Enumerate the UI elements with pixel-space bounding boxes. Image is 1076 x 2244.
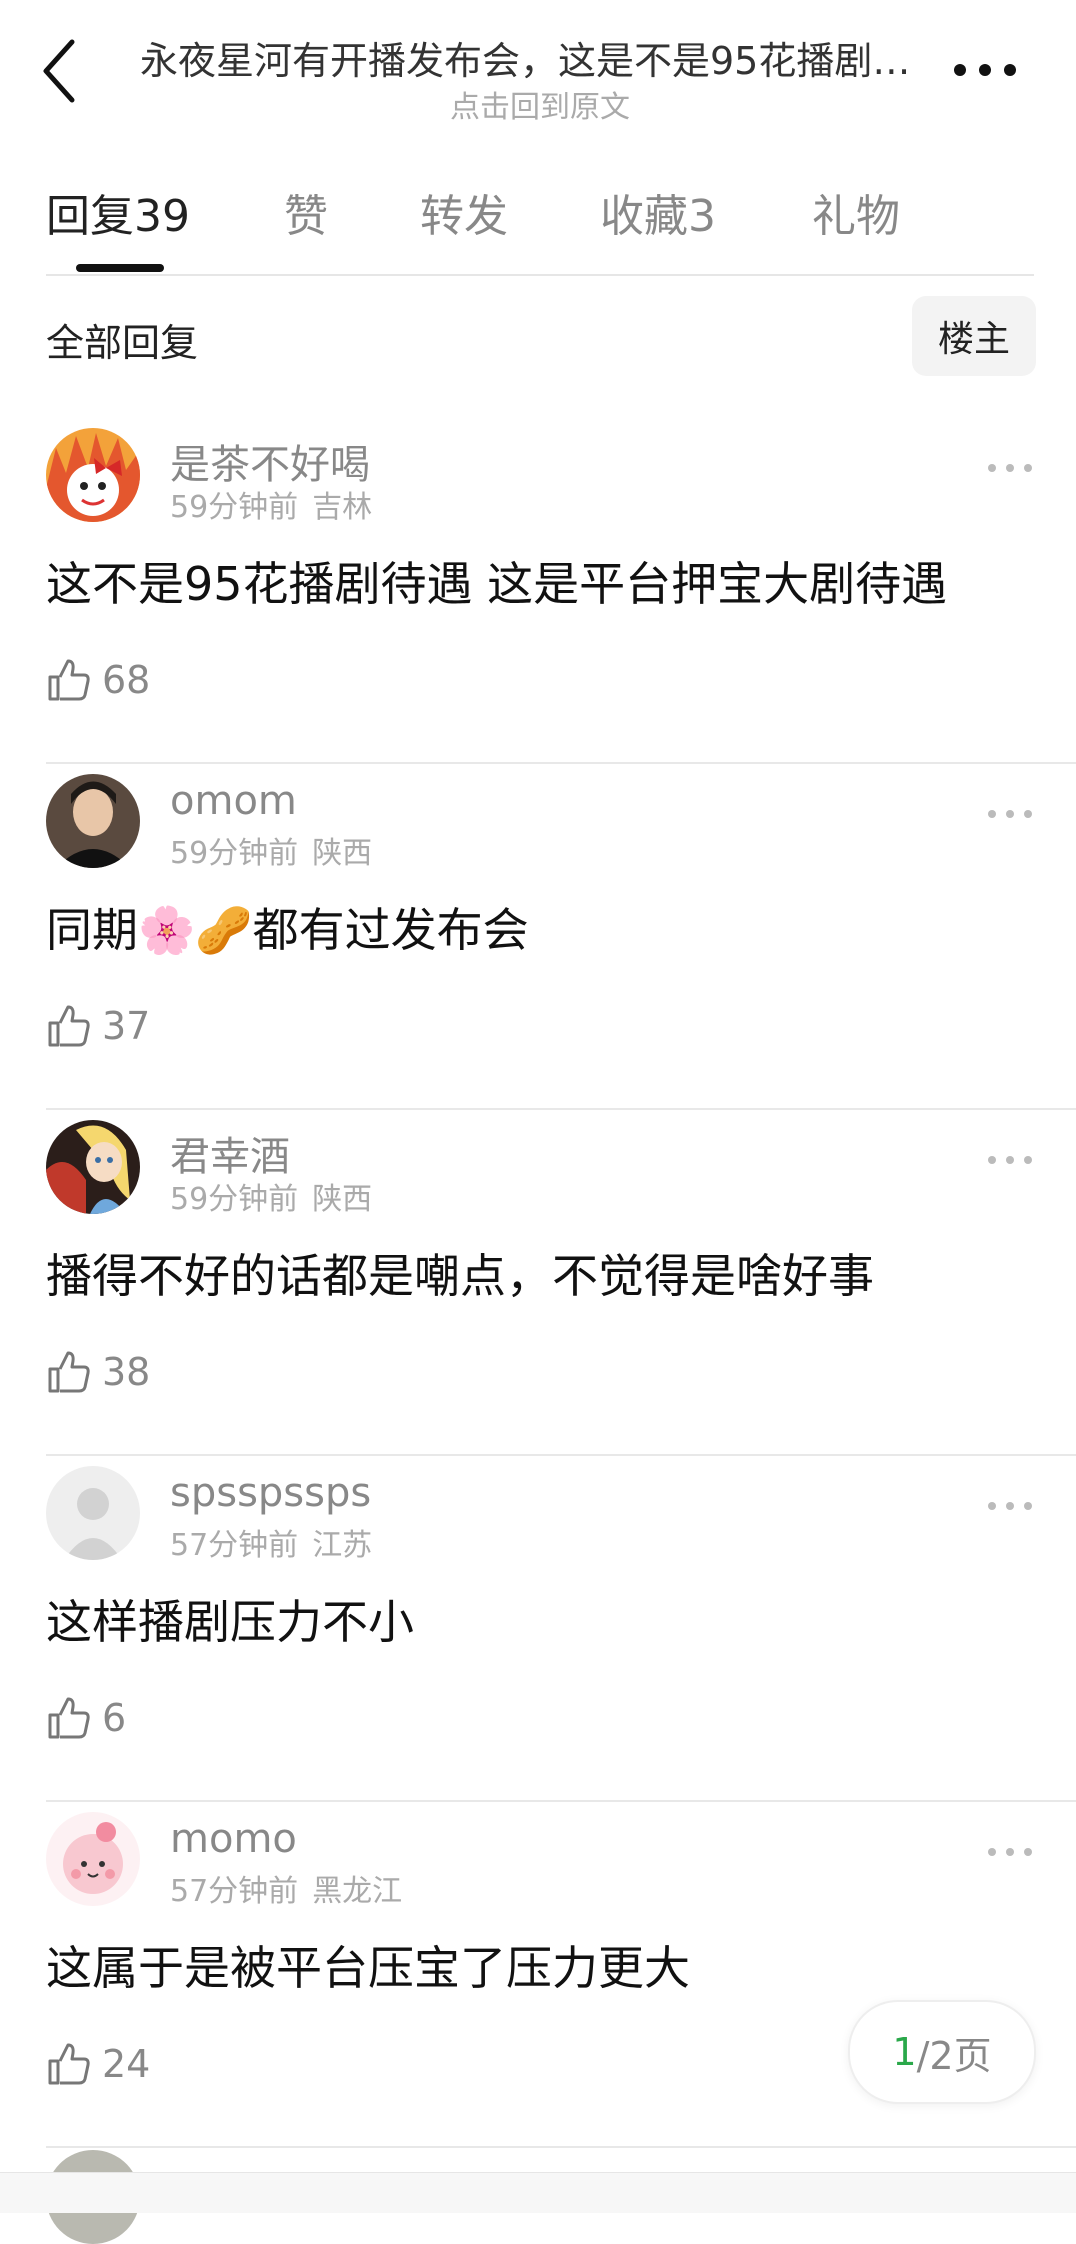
tab-favorites[interactable]: 收藏3 bbox=[600, 180, 716, 244]
alice-avatar-icon bbox=[46, 1120, 140, 1214]
like-button[interactable]: 24 bbox=[46, 2034, 150, 2094]
back-to-original-link[interactable]: 点击回到原文 bbox=[140, 82, 940, 126]
tab-likes[interactable]: 赞 bbox=[284, 180, 328, 244]
username[interactable]: momo bbox=[170, 1816, 297, 1862]
comment-meta: 57分钟前 江苏 bbox=[170, 1520, 386, 1564]
comment-time: 57分钟前 bbox=[170, 1528, 299, 1563]
page-indicator-button[interactable]: 1/2页 bbox=[848, 2000, 1036, 2104]
comment-divider bbox=[46, 762, 1076, 764]
avatar[interactable] bbox=[46, 774, 140, 868]
comment-divider bbox=[46, 1454, 1076, 1456]
comment-item: momo 57分钟前 黑龙江 这属于是被平台压宝了压力更大 24 bbox=[0, 1812, 1076, 2158]
comment-text: 同期🌸🥜都有过发布会 bbox=[46, 903, 529, 957]
active-tab-indicator bbox=[76, 264, 164, 272]
like-button[interactable]: 37 bbox=[46, 996, 150, 1056]
comment-item: 君幸酒 59分钟前 陕西 播得不好的话都是嘲点，不觉得是啥好事 38 bbox=[0, 1120, 1076, 1466]
tab-bar: 回复39 赞 转发 收藏3 礼物 bbox=[46, 180, 1036, 280]
tab-reposts[interactable]: 转发 bbox=[420, 180, 508, 244]
comment-divider bbox=[46, 1108, 1076, 1110]
comment-meta: 59分钟前 吉林 bbox=[170, 482, 386, 526]
like-count: 24 bbox=[102, 2042, 151, 2086]
comment-text: 这样播剧压力不小 bbox=[46, 1595, 414, 1649]
cherry-blossom-emoji: 🌸 bbox=[138, 903, 196, 957]
comment-text: 播得不好的话都是嘲点，不觉得是啥好事 bbox=[46, 1249, 874, 1303]
tab-replies[interactable]: 回复39 bbox=[46, 180, 190, 244]
cartoon-flame-avatar-icon bbox=[46, 428, 140, 522]
comment-item: omom 59分钟前 陕西 同期🌸🥜都有过发布会 37 bbox=[0, 774, 1076, 1120]
comment-location: 黑龙江 bbox=[312, 1874, 403, 1909]
comment-more-icon[interactable] bbox=[986, 458, 1034, 478]
comment-location: 陕西 bbox=[312, 836, 373, 871]
comment-more-icon[interactable] bbox=[986, 1496, 1034, 1516]
comment-divider bbox=[46, 1800, 1076, 1802]
tabs-divider bbox=[46, 274, 1034, 276]
comment-more-icon[interactable] bbox=[986, 1842, 1034, 1862]
like-count: 38 bbox=[102, 1350, 151, 1394]
photo-avatar-icon bbox=[46, 774, 140, 868]
current-page: 1 bbox=[892, 2030, 917, 2074]
back-arrow-icon[interactable] bbox=[38, 36, 82, 106]
avatar[interactable] bbox=[46, 428, 140, 522]
more-options-icon[interactable] bbox=[950, 50, 1020, 90]
comment-divider bbox=[46, 2146, 1076, 2148]
op-only-button[interactable]: 楼主 bbox=[912, 296, 1036, 376]
comment-more-icon[interactable] bbox=[986, 1150, 1034, 1170]
comment-item: 是茶不好喝 59分钟前 吉林 这不是95花播剧待遇 这是平台押宝大剧待遇 68 bbox=[0, 428, 1076, 774]
like-count: 37 bbox=[102, 1004, 151, 1048]
username[interactable]: omom bbox=[170, 778, 297, 824]
default-avatar-icon bbox=[46, 1466, 140, 1560]
comment-item: spsspssps 57分钟前 江苏 这样播剧压力不小 6 bbox=[0, 1466, 1076, 1812]
comment-text: 这不是95花播剧待遇 这是平台押宝大剧待遇 bbox=[46, 557, 948, 611]
comment-meta: 59分钟前 陕西 bbox=[170, 1174, 386, 1218]
total-pages: /2页 bbox=[916, 2033, 992, 2078]
post-title[interactable]: 永夜星河有开播发布会，这是不是95花播剧… bbox=[140, 30, 940, 85]
avatar[interactable] bbox=[46, 1812, 140, 1906]
like-button[interactable]: 6 bbox=[46, 1688, 126, 1748]
comment-meta: 59分钟前 陕西 bbox=[170, 828, 386, 872]
like-button[interactable]: 38 bbox=[46, 1342, 150, 1402]
comment-meta: 57分钟前 黑龙江 bbox=[170, 1866, 416, 1910]
comment-time: 59分钟前 bbox=[170, 1182, 299, 1217]
avatar[interactable] bbox=[46, 1466, 140, 1560]
thumbs-up-icon bbox=[48, 2043, 90, 2085]
comment-time: 57分钟前 bbox=[170, 1874, 299, 1909]
peanut-emoji: 🥜 bbox=[195, 903, 253, 957]
bottom-bar bbox=[0, 2172, 1076, 2213]
header: 永夜星河有开播发布会，这是不是95花播剧… 点击回到原文 bbox=[0, 0, 1076, 130]
comment-more-icon[interactable] bbox=[986, 804, 1034, 824]
all-replies-label: 全部回复 bbox=[46, 321, 199, 365]
comment-location: 江苏 bbox=[312, 1528, 373, 1563]
comment-time: 59分钟前 bbox=[170, 836, 299, 871]
thumbs-up-icon bbox=[48, 1697, 90, 1739]
username[interactable]: spsspssps bbox=[170, 1470, 371, 1516]
thumbs-up-icon bbox=[48, 1005, 90, 1047]
like-button[interactable]: 68 bbox=[46, 650, 150, 710]
comment-location: 陕西 bbox=[312, 1182, 373, 1217]
tab-gifts[interactable]: 礼物 bbox=[812, 180, 900, 244]
thumbs-up-icon bbox=[48, 659, 90, 701]
comment-time: 59分钟前 bbox=[170, 490, 299, 525]
like-count: 68 bbox=[102, 658, 151, 702]
like-count: 6 bbox=[102, 1696, 127, 1740]
comment-location: 吉林 bbox=[312, 490, 373, 525]
thumbs-up-icon bbox=[48, 1351, 90, 1393]
comment-text: 这属于是被平台压宝了压力更大 bbox=[46, 1941, 690, 1995]
avatar[interactable] bbox=[46, 1120, 140, 1214]
pink-cartoon-avatar-icon bbox=[46, 1812, 140, 1906]
